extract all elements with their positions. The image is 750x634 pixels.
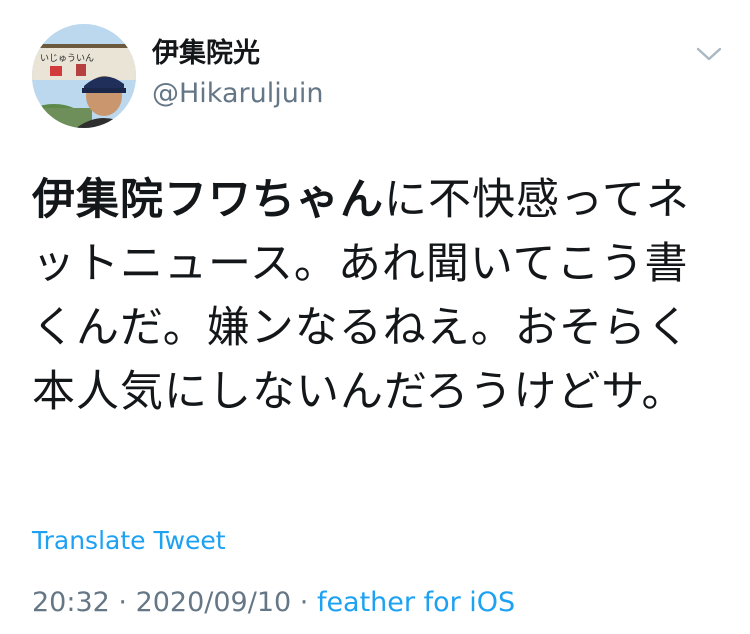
avatar-photo: いじゅういん bbox=[32, 24, 136, 128]
chevron-down-icon[interactable] bbox=[694, 42, 724, 66]
avatar[interactable]: いじゅういん bbox=[32, 24, 136, 128]
tweet-text-bold: 伊集院フワちゃん bbox=[32, 175, 384, 225]
meta-separator: · bbox=[109, 587, 136, 618]
tweet-source-link[interactable]: feather for iOS bbox=[317, 587, 515, 618]
translate-tweet-link[interactable]: Translate Tweet bbox=[32, 525, 226, 557]
tweet-time[interactable]: 20:32 bbox=[32, 587, 110, 618]
avatar-sign-text: いじゅういん bbox=[40, 53, 94, 64]
meta-separator: · bbox=[291, 587, 317, 618]
username-handle[interactable]: @Hikaruljuin bbox=[152, 78, 323, 110]
tweet-text: 伊集院フワちゃんに不快感ってネットニュース。あれ聞いてこう書くんだ。嫌ンなるねえ… bbox=[32, 168, 722, 424]
display-name[interactable]: 伊集院光 bbox=[152, 38, 260, 70]
tweet-meta: 20:32 · 2020/09/10 · feather for iOS bbox=[32, 586, 515, 620]
tweet-date[interactable]: 2020/09/10 bbox=[136, 587, 292, 618]
